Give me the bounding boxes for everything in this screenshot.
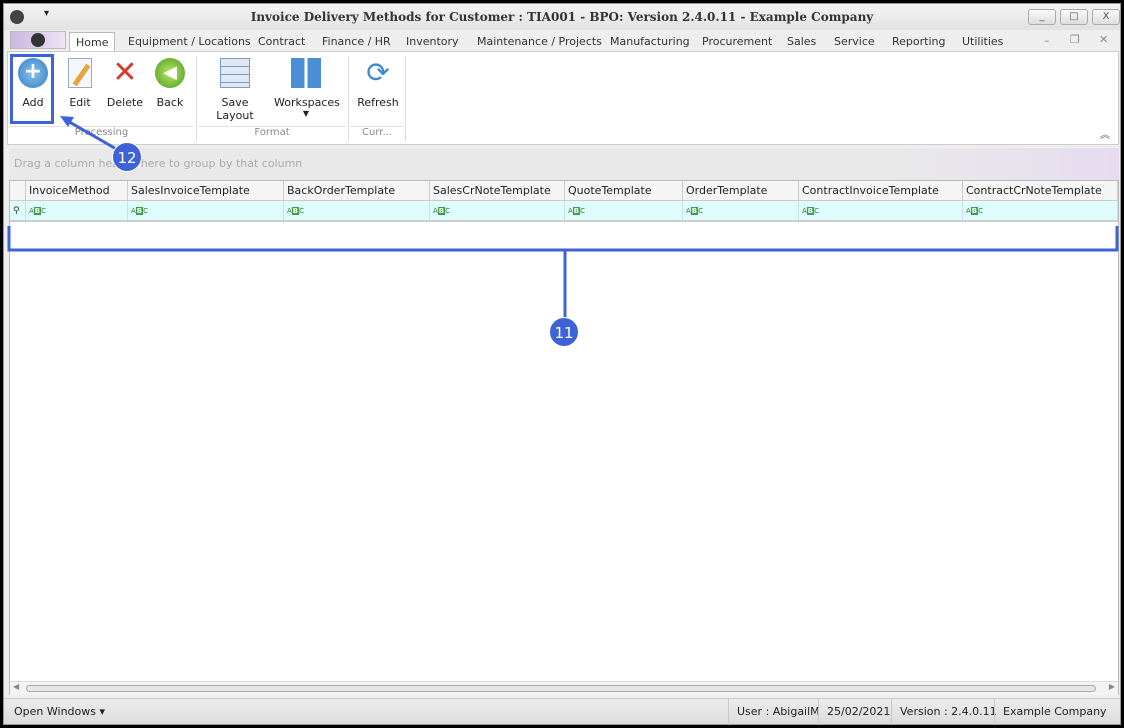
annotation-badge-11: 11: [549, 317, 579, 347]
annotation-arrows: [7, 116, 1119, 318]
annotation-badge-12: 12: [112, 142, 142, 172]
